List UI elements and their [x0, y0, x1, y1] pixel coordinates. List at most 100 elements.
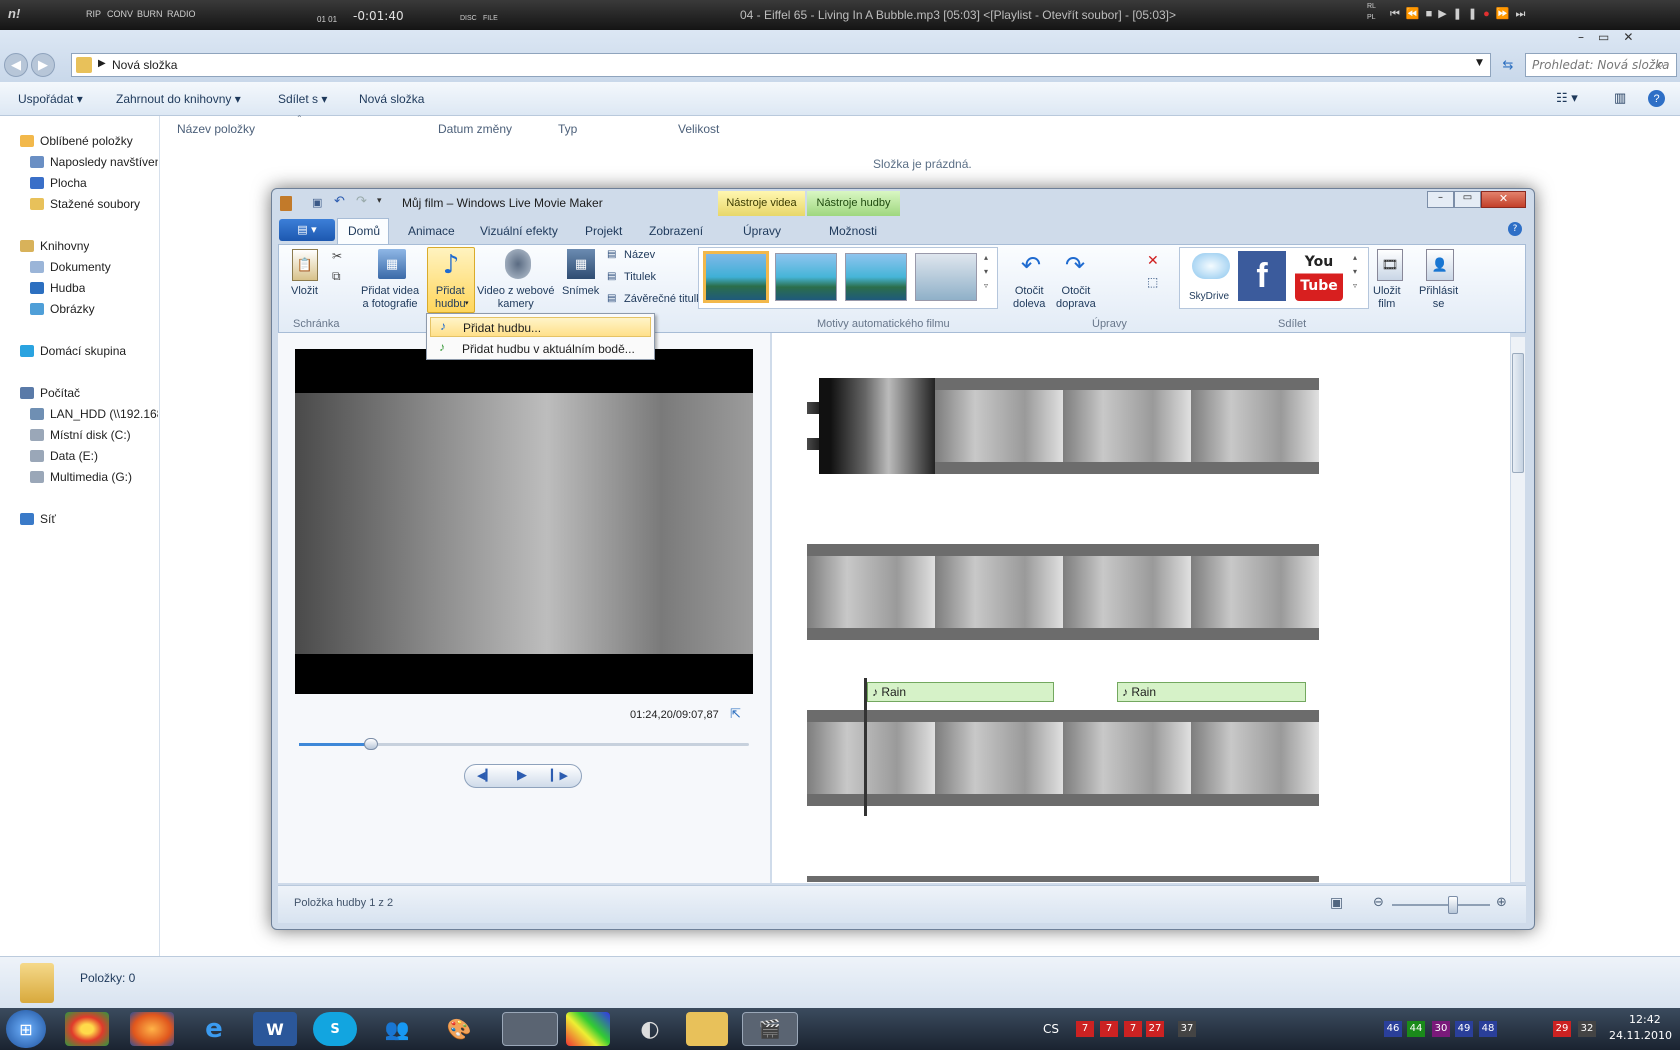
tab-visual-effects[interactable]: Vizuální efekty — [480, 224, 558, 238]
back-icon[interactable]: ◀ — [4, 53, 28, 77]
paste-button[interactable]: Vložit — [291, 285, 318, 298]
messenger-icon[interactable]: 👥 — [375, 1012, 419, 1046]
tab-animations[interactable]: Animace — [408, 224, 455, 238]
next-frame-icon[interactable]: ▎▶ — [551, 769, 568, 782]
storyboard-row-3[interactable] — [807, 710, 1319, 806]
qat-undo-icon[interactable]: ↶ — [334, 194, 345, 209]
copy-icon[interactable]: ⧉ — [332, 269, 341, 284]
nav-item[interactable]: Hudba — [50, 281, 85, 295]
music-clip-2[interactable]: ♪ Rain — [1117, 682, 1306, 702]
fullscreen-icon[interactable]: ⇱ — [730, 707, 741, 722]
rotate-right-button[interactable]: Otočit doprava — [1056, 285, 1096, 311]
menu-add-music[interactable]: ♪ Přidat hudbu... — [430, 317, 651, 337]
nav-item[interactable]: Obrázky — [50, 302, 95, 316]
add-video-button[interactable]: Přidat videa a fotografie — [361, 285, 419, 311]
zoom-thumb[interactable] — [1447, 896, 1458, 914]
menu-add-music-at-point[interactable]: ♪ Přidat hudbu v aktuálním bodě... — [430, 339, 651, 359]
search-input[interactable]: Prohledat: Nová složka — [1525, 53, 1677, 77]
ie-icon[interactable]: e — [192, 1012, 236, 1046]
column-header-type[interactable]: Typ — [558, 122, 577, 136]
play-icon[interactable]: ▶ — [517, 768, 527, 783]
nav-item[interactable]: Data (E:) — [50, 449, 98, 463]
nav-item[interactable]: Počítač — [40, 386, 80, 400]
view-options-icon[interactable]: ☷ ▾ — [1556, 90, 1578, 106]
forward-icon[interactable]: ▶ — [31, 53, 55, 77]
app-menu-button[interactable]: ▤ ▾ — [279, 219, 335, 241]
tray-counter-icon[interactable]: 46 — [1384, 1021, 1402, 1037]
burn-button[interactable]: BURN — [137, 9, 163, 19]
snapshot-button[interactable]: Snímek — [562, 285, 599, 298]
clock-date[interactable]: 24.11.2010 — [1609, 1029, 1672, 1042]
zoom-in-icon[interactable]: ⊕ — [1496, 895, 1507, 910]
tab-view[interactable]: Zobrazení — [649, 224, 703, 238]
tab-project[interactable]: Projekt — [585, 224, 622, 238]
maximize-icon[interactable]: ▭ — [1454, 191, 1481, 208]
conv-button[interactable]: CONV — [107, 9, 133, 19]
qat-redo-icon[interactable]: ↷ — [356, 194, 367, 209]
add-music-button[interactable]: Přidat hudbu — [435, 285, 466, 311]
theme-thumb-4[interactable] — [915, 253, 977, 301]
preview-pane-icon[interactable]: ▥ — [1614, 90, 1626, 106]
include-library-button[interactable]: Zahrnout do knihovny ▾ — [116, 92, 241, 106]
explorer-window-controls[interactable]: –▭✕ — [1578, 30, 1647, 44]
moviemaker-taskbar-icon[interactable]: 🎬 — [742, 1012, 798, 1046]
gallery-scroll-icon[interactable]: ▴ ▾ ▿ — [984, 251, 988, 293]
firefox-icon[interactable] — [130, 1012, 174, 1046]
language-indicator[interactable]: CS — [1043, 1022, 1059, 1036]
tray-counter-icon[interactable]: 27 — [1146, 1021, 1164, 1037]
previous-frame-icon[interactable]: ◀▎ — [477, 769, 494, 782]
explorer-taskbar-icon[interactable] — [686, 1012, 728, 1046]
nav-item[interactable]: Plocha — [50, 176, 87, 190]
nav-item[interactable]: Oblíbené položky — [40, 134, 133, 148]
add-music-dropdown-icon[interactable]: ▾ — [465, 299, 469, 307]
zoom-slider[interactable] — [1392, 896, 1490, 914]
remove-icon[interactable]: ✕ — [1147, 253, 1159, 269]
clock-time[interactable]: 12:42 — [1629, 1013, 1661, 1026]
theme-thumb-1[interactable] — [703, 251, 769, 303]
nav-item[interactable]: LAN_HDD (\\192.168 — [50, 407, 158, 421]
tray-counter-icon[interactable]: 37 — [1178, 1021, 1196, 1037]
tray-counter-icon[interactable]: 7 — [1124, 1021, 1142, 1037]
radio-button[interactable]: RADIO — [167, 9, 196, 19]
tab-options[interactable]: Možnosti — [829, 224, 877, 238]
storyboard-row-2[interactable] — [807, 544, 1319, 640]
tray-counter-icon[interactable]: 30 — [1432, 1021, 1450, 1037]
youtube-button[interactable]: You Tube — [1295, 251, 1343, 301]
tray-counter-icon[interactable]: 48 — [1479, 1021, 1497, 1037]
facebook-icon[interactable]: f — [1238, 251, 1286, 301]
thumbnail-size-icon[interactable]: ▣ — [1330, 895, 1343, 911]
column-header-date[interactable]: Datum změny — [438, 122, 512, 136]
browser-icon[interactable]: ◐ — [628, 1012, 672, 1046]
tab-home[interactable]: Domů — [348, 224, 380, 238]
seek-bar[interactable] — [299, 738, 749, 750]
minimize-icon[interactable]: – — [1427, 191, 1454, 208]
theme-thumb-2[interactable] — [775, 253, 837, 301]
zoom-out-icon[interactable]: ⊖ — [1373, 895, 1384, 910]
nav-item[interactable]: Stažené soubory — [50, 197, 140, 211]
nav-item[interactable]: Knihovny — [40, 239, 89, 253]
share-gallery-scroll-icon[interactable]: ▴ ▾ ▿ — [1353, 251, 1357, 293]
column-header-size[interactable]: Velikost — [678, 122, 719, 136]
new-folder-button[interactable]: Nová složka — [359, 92, 424, 106]
selected-clip[interactable] — [807, 378, 935, 474]
address-dropdown-icon[interactable]: ▼ — [1476, 58, 1483, 68]
seek-thumb[interactable] — [364, 738, 378, 750]
nav-item[interactable]: Multimedia (G:) — [50, 470, 132, 484]
puzzle-app-icon[interactable] — [566, 1012, 610, 1046]
rip-button[interactable]: RIP — [86, 9, 101, 19]
mm-help-icon[interactable]: ? — [1508, 222, 1522, 236]
skydrive-button[interactable]: SkyDrive — [1189, 290, 1229, 303]
close-icon[interactable]: ✕ — [1481, 191, 1526, 208]
transport-controls[interactable]: ⏮⏪■▶❚❚●⏩⏭ — [1390, 7, 1531, 21]
nav-item[interactable]: Síť — [40, 512, 56, 526]
theme-thumb-3[interactable] — [845, 253, 907, 301]
save-movie-button[interactable]: Uložit film — [1373, 285, 1401, 311]
start-button[interactable]: ⊞ — [6, 1010, 46, 1048]
refresh-icon[interactable]: ⇆ — [1497, 55, 1519, 75]
caption-button[interactable]: Titulek — [624, 271, 656, 284]
nav-item[interactable]: Dokumenty — [50, 260, 111, 274]
organize-button[interactable]: Uspořádat ▾ — [18, 92, 83, 106]
chrome-icon[interactable] — [65, 1012, 109, 1046]
nav-item[interactable]: Naposledy navštívené — [50, 155, 158, 169]
search-icon[interactable]: ⌕ — [1657, 57, 1664, 72]
